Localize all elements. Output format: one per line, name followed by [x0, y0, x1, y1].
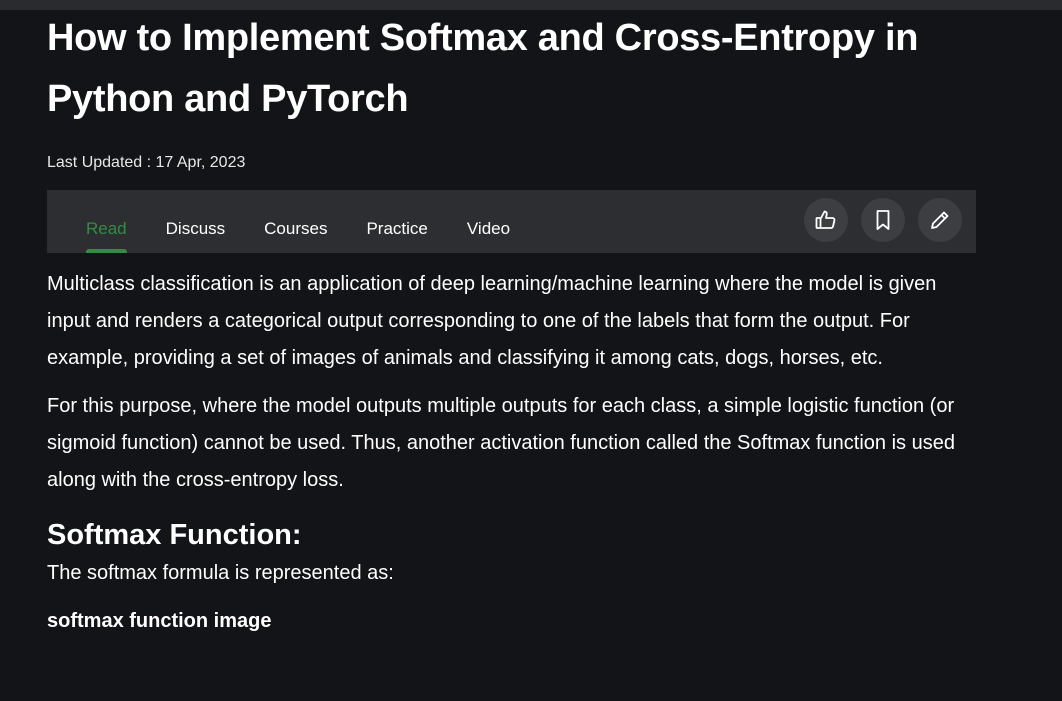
image-alt-text: softmax function image — [47, 610, 272, 632]
section-heading-softmax: Softmax Function: — [47, 519, 302, 551]
thumbs-up-icon — [815, 210, 836, 229]
last-updated: Last Updated : 17 Apr, 2023 — [47, 154, 246, 171]
tab-list: Read Discuss Courses Practice Video — [86, 190, 549, 253]
paragraph-intro: Multiclass classification is an applicat… — [47, 273, 937, 369]
bookmark-button[interactable] — [861, 198, 905, 242]
paragraph-purpose: For this purpose, where the model output… — [47, 395, 955, 491]
article-body: Multiclass classification is an applicat… — [47, 266, 977, 637]
bookmark-icon — [876, 210, 890, 230]
tab-read[interactable]: Read — [86, 190, 127, 253]
article-title: How to Implement Softmax and Cross-Entro… — [47, 17, 919, 120]
tab-video[interactable]: Video — [467, 190, 510, 253]
tab-discuss[interactable]: Discuss — [166, 190, 226, 253]
paragraph-formula-intro: The softmax formula is represented as: — [47, 562, 394, 584]
tab-practice[interactable]: Practice — [366, 190, 427, 253]
article: How to Implement Softmax and Cross-Entro… — [47, 0, 977, 632]
tab-courses[interactable]: Courses — [264, 190, 327, 253]
edit-button[interactable] — [918, 198, 962, 242]
like-button[interactable] — [804, 198, 848, 242]
article-actions — [804, 198, 962, 242]
article-tab-bar: Read Discuss Courses Practice Video — [47, 190, 976, 253]
pencil-icon — [931, 211, 949, 229]
